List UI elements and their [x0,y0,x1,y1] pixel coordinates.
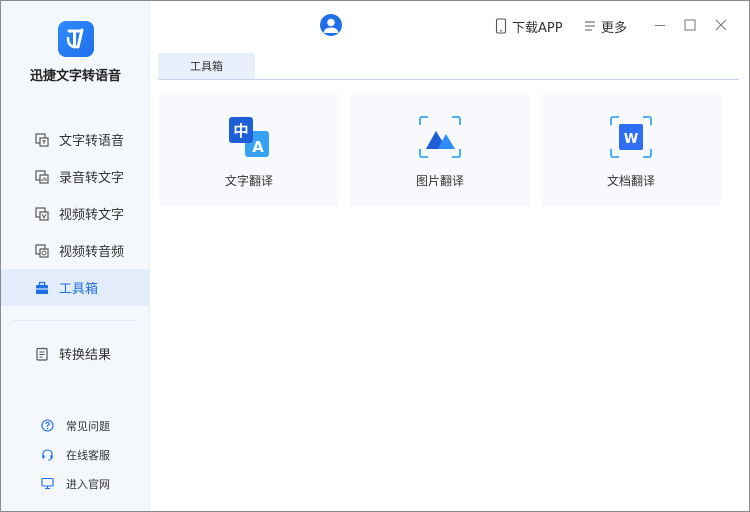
letter-a-glyph: A [252,138,264,156]
link-official-site[interactable]: 进入官网 [1,469,150,498]
sidebar-item-label: 视频转文字 [59,208,125,223]
card-label: 文字翻译 [224,174,273,188]
link-faq[interactable]: 常见问题 [1,411,150,440]
link-label: 常见问题 [66,419,110,433]
headset-icon [41,448,54,461]
sidebar-item-recording-to-text[interactable]: 录音转文字 [1,158,150,195]
sidebar-item-text-to-speech[interactable]: 文字转语音 [1,121,150,158]
user-avatar-icon[interactable] [320,14,342,36]
sidebar-item-label: 视频转音频 [59,245,125,260]
letter-w-glyph: W [624,132,638,147]
link-online-service[interactable]: 在线客服 [1,440,150,469]
card-label: 文档翻译 [606,174,655,188]
question-icon [41,419,54,432]
sidebar-divider [13,320,137,321]
text-to-speech-icon [35,132,49,147]
result-doc-icon [35,347,49,361]
chinese-char-glyph: 中 [233,122,248,140]
card-image-translate[interactable]: 图片翻译 [350,93,530,206]
tab-bar: 工具箱 [158,53,739,80]
image-translate-icon [418,115,462,159]
maximize-icon[interactable] [683,17,697,31]
sidebar-item-video-to-audio[interactable]: 视频转音频 [1,232,150,269]
link-label: 进入官网 [66,477,110,491]
sidebar-item-video-to-text[interactable]: 视频转文字 [1,195,150,232]
sidebar-bottom-links: 常见问题 在线客服 进入官网 [1,411,150,498]
more-label: 更多 [601,20,628,36]
more-menu-button[interactable]: 更多 [583,16,627,36]
download-app-button[interactable]: 下载APP [494,16,563,36]
sidebar-item-label: 转换结果 [59,348,112,363]
toolbox-icon [35,281,49,295]
sidebar: 迅捷文字转语音 文字转语音 录音转文字 视频转文字 视频转音频 工具箱 转换结果… [1,1,150,511]
tab-toolbox[interactable]: 工具箱 [158,53,255,79]
sidebar-item-toolbox[interactable]: 工具箱 [1,269,150,306]
minimize-icon[interactable] [653,17,667,31]
card-text-translate[interactable]: 中 A 文字翻译 [159,93,339,206]
sidebar-item-label: 录音转文字 [59,171,125,186]
link-label: 在线客服 [66,448,110,462]
sidebar-nav: 文字转语音 录音转文字 视频转文字 视频转音频 工具箱 [1,121,150,306]
sidebar-item-conversion-result[interactable]: 转换结果 [1,335,150,372]
monitor-icon [41,477,54,490]
doc-translate-icon: W [609,115,653,159]
card-label: 图片翻译 [415,174,464,188]
sidebar-item-label: 工具箱 [59,282,99,297]
card-doc-translate[interactable]: W 文档翻译 [541,93,721,206]
video-to-text-icon [35,206,49,221]
app-logo-icon [58,21,94,57]
text-translate-icon: 中 A [227,115,271,159]
menu-icon [583,18,597,34]
app-window: 迅捷文字转语音 文字转语音 录音转文字 视频转文字 视频转音频 工具箱 转换结果… [0,0,750,512]
sidebar-result-section: 转换结果 [1,335,150,372]
video-to-audio-icon [35,243,49,258]
app-name: 迅捷文字转语音 [29,69,121,84]
close-icon[interactable] [714,17,728,31]
phone-icon [494,18,508,34]
download-app-label: 下载APP [512,20,563,36]
sidebar-item-label: 文字转语音 [59,134,125,149]
recording-to-text-icon [35,169,49,184]
